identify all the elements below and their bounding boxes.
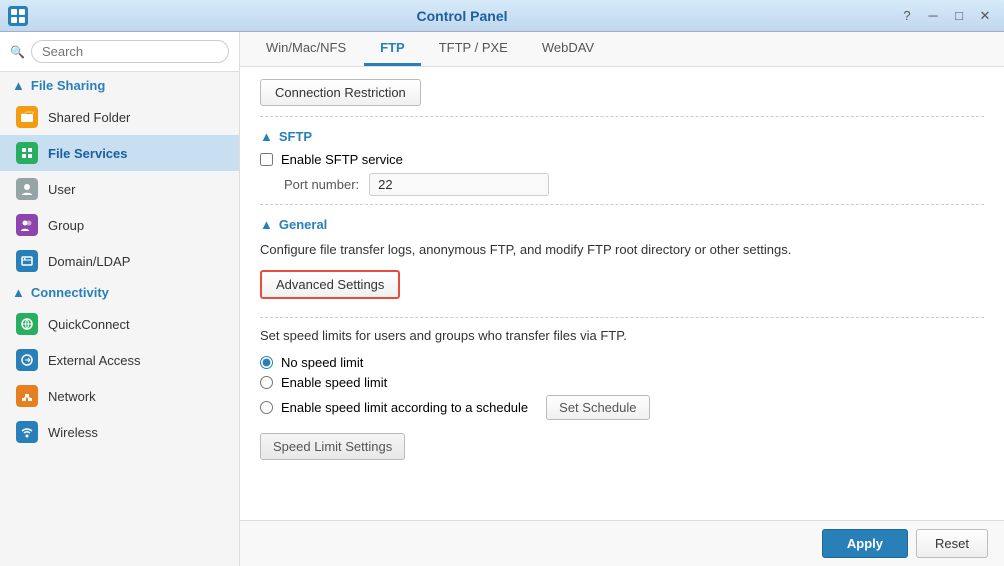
general-section-header[interactable]: ▲ General <box>260 217 984 232</box>
quickconnect-icon <box>16 313 38 335</box>
radio-enable-speed-label: Enable speed limit <box>281 375 387 390</box>
reset-button[interactable]: Reset <box>916 529 988 558</box>
radio-no-speed-row: No speed limit <box>260 355 984 370</box>
chevron-up-icon: ▲ <box>260 129 273 144</box>
port-input[interactable] <box>369 173 549 196</box>
chevron-up-icon: ▲ <box>260 217 273 232</box>
radio-schedule-speed[interactable] <box>260 401 273 414</box>
tabs-bar: Win/Mac/NFS FTP TFTP / PXE WebDAV <box>240 32 1004 67</box>
folder-icon <box>16 106 38 128</box>
sftp-section-header[interactable]: ▲ SFTP <box>260 129 984 144</box>
apply-button[interactable]: Apply <box>822 529 908 558</box>
port-label: Port number: <box>284 177 359 192</box>
sidebar-item-label: Wireless <box>48 425 98 440</box>
sidebar-item-label: User <box>48 182 75 197</box>
title-bar-left <box>8 6 28 26</box>
maximize-button[interactable]: □ <box>948 5 970 27</box>
radio-no-speed-label: No speed limit <box>281 355 363 370</box>
footer: Apply Reset <box>240 520 1004 566</box>
tab-win-mac-nfs[interactable]: Win/Mac/NFS <box>250 32 362 66</box>
radio-no-speed[interactable] <box>260 356 273 369</box>
domain-icon <box>16 250 38 272</box>
search-input[interactable] <box>31 40 229 63</box>
general-description: Configure file transfer logs, anonymous … <box>260 240 984 260</box>
sidebar-item-group[interactable]: Group <box>0 207 239 243</box>
radio-enable-speed[interactable] <box>260 376 273 389</box>
radio-schedule-speed-label: Enable speed limit according to a schedu… <box>281 400 528 415</box>
sidebar-section-label: File Sharing <box>31 78 105 93</box>
wireless-icon <box>16 421 38 443</box>
advanced-settings-button[interactable]: Advanced Settings <box>260 270 400 299</box>
sftp-section-title: SFTP <box>279 129 312 144</box>
sidebar-section-label: Connectivity <box>31 285 109 300</box>
content-area: Win/Mac/NFS FTP TFTP / PXE WebDAV Connec… <box>240 32 1004 566</box>
tab-webdav[interactable]: WebDAV <box>526 32 610 66</box>
sftp-enable-label: Enable SFTP service <box>281 152 403 167</box>
radio-enable-speed-row: Enable speed limit <box>260 375 984 390</box>
search-icon: 🔍 <box>10 45 25 59</box>
minimize-button[interactable]: ─ <box>922 5 944 27</box>
sidebar-item-user[interactable]: User <box>0 171 239 207</box>
sidebar: 🔍 ▲ File Sharing Shared Folder <box>0 32 240 566</box>
tab-tftp-pxe[interactable]: TFTP / PXE <box>423 32 524 66</box>
sidebar-item-label: Shared Folder <box>48 110 130 125</box>
tab-ftp[interactable]: FTP <box>364 32 421 66</box>
help-button[interactable]: ? <box>896 5 918 27</box>
main-container: 🔍 ▲ File Sharing Shared Folder <box>0 32 1004 566</box>
speed-description: Set speed limits for users and groups wh… <box>260 326 984 346</box>
sidebar-section-connectivity[interactable]: ▲ Connectivity <box>0 279 239 306</box>
connection-restriction-button[interactable]: Connection Restriction <box>260 79 421 106</box>
sidebar-item-label: Network <box>48 389 96 404</box>
sidebar-item-label: QuickConnect <box>48 317 130 332</box>
connection-restriction-row: Connection Restriction <box>260 79 984 106</box>
sidebar-item-label: File Services <box>48 146 128 161</box>
app-icon <box>8 6 28 26</box>
sidebar-item-label: External Access <box>48 353 141 368</box>
title-bar: Control Panel ? ─ □ ✕ <box>0 0 1004 32</box>
sidebar-item-file-services[interactable]: File Services <box>0 135 239 171</box>
radio-schedule-speed-row: Enable speed limit according to a schedu… <box>260 395 984 420</box>
chevron-up-icon: ▲ <box>12 285 25 300</box>
network-icon <box>16 385 38 407</box>
speed-limit-settings-button[interactable]: Speed Limit Settings <box>260 433 405 460</box>
sftp-enable-row: Enable SFTP service <box>260 152 984 167</box>
window-title: Control Panel <box>28 8 896 24</box>
sidebar-item-quickconnect[interactable]: QuickConnect <box>0 306 239 342</box>
group-icon <box>16 214 38 236</box>
sidebar-item-label: Group <box>48 218 84 233</box>
panel-content: Connection Restriction ▲ SFTP Enable SFT… <box>240 67 1004 520</box>
sidebar-item-label: Domain/LDAP <box>48 254 130 269</box>
external-access-icon <box>16 349 38 371</box>
window-controls[interactable]: ? ─ □ ✕ <box>896 5 996 27</box>
search-bar[interactable]: 🔍 <box>0 32 239 72</box>
chevron-up-icon: ▲ <box>12 78 25 93</box>
sidebar-section-file-sharing[interactable]: ▲ File Sharing <box>0 72 239 99</box>
sidebar-item-wireless[interactable]: Wireless <box>0 414 239 450</box>
services-icon <box>16 142 38 164</box>
sftp-enable-checkbox[interactable] <box>260 153 273 166</box>
sidebar-item-shared-folder[interactable]: Shared Folder <box>0 99 239 135</box>
set-schedule-button[interactable]: Set Schedule <box>546 395 649 420</box>
sidebar-item-external-access[interactable]: External Access <box>0 342 239 378</box>
user-icon <box>16 178 38 200</box>
general-section-title: General <box>279 217 327 232</box>
sidebar-item-domain-ldap[interactable]: Domain/LDAP <box>0 243 239 279</box>
sidebar-item-network[interactable]: Network <box>0 378 239 414</box>
port-row: Port number: <box>284 173 984 196</box>
close-button[interactable]: ✕ <box>974 5 996 27</box>
speed-limit-settings-row: Speed Limit Settings <box>260 425 984 460</box>
